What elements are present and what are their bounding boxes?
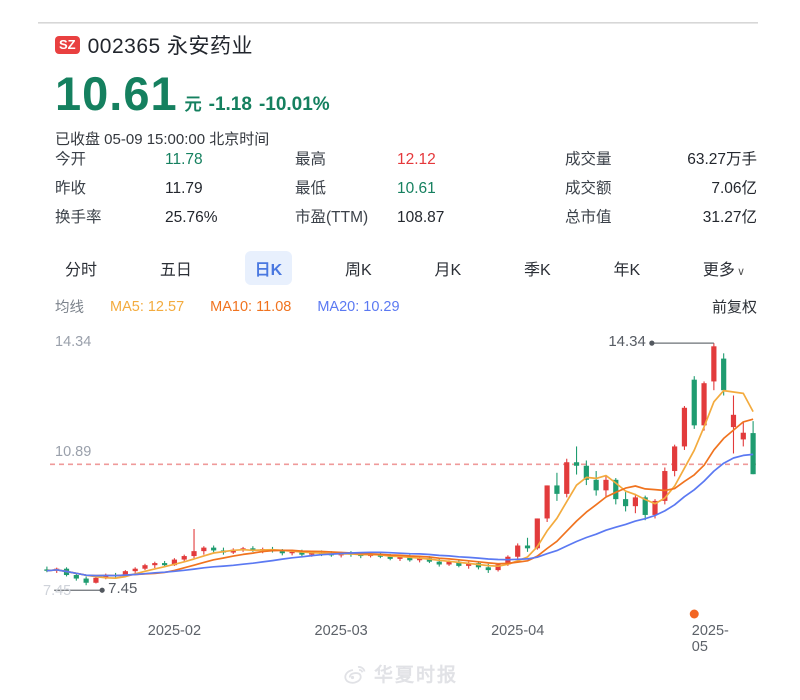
candlestick-chart[interactable]: 14.34 10.89 7.45 14.34 7.45 2025-02 2025-…: [42, 326, 758, 648]
stats-grid: 今开 11.78 昨收 11.79 换手率 25.76% 最高 12.12 最低…: [55, 150, 757, 228]
x-axis: 2025-022025-032025-042025-05: [42, 623, 758, 643]
stat-high: 最高 12.12: [295, 150, 565, 170]
stat-turnover-rate: 换手率 25.76%: [55, 208, 295, 228]
ma20-value: MA20: 10.29: [317, 299, 399, 315]
chevron-down-icon: ∨: [737, 266, 745, 278]
price-change-percent: -10.01%: [259, 94, 330, 116]
ma-line-ma5: [47, 391, 753, 578]
candle: [201, 546, 206, 554]
low-callout-dot: [100, 588, 105, 593]
candle: [741, 422, 746, 447]
candle: [672, 445, 677, 477]
candle: [152, 562, 157, 568]
candle: [564, 459, 569, 498]
candle: [142, 564, 147, 570]
stat-low: 最低 10.61: [295, 179, 565, 199]
x-tick-2025-04: 2025-04: [491, 623, 544, 639]
ma-title: 均线: [55, 296, 84, 317]
tab-minute[interactable]: 分时: [55, 251, 107, 285]
low-price-callout: 7.45: [108, 580, 137, 597]
stats-column-2: 最高 12.12 最低 10.61 市盈(TTM) 108.87: [295, 150, 565, 228]
adjust-mode-selector[interactable]: 前复权: [712, 296, 757, 317]
candle: [731, 395, 736, 453]
candle: [692, 376, 697, 429]
weibo-icon: [342, 661, 368, 687]
x-tick-2025-02: 2025-02: [148, 623, 201, 639]
period-tabs: 分时 五日 日K 周K 月K 季K 年K 更多∨: [55, 251, 755, 285]
kline-svg[interactable]: [42, 326, 758, 626]
candle: [603, 476, 608, 497]
event-marker-dot[interactable]: [690, 610, 699, 619]
candle: [574, 446, 579, 474]
market-status: 已收盘 05-09 15:00:00 北京时间: [55, 128, 760, 149]
candle: [623, 492, 628, 511]
stat-prev-close: 昨收 11.79: [55, 179, 295, 199]
watermark-text: 华夏时报: [374, 660, 458, 687]
currency-unit: 元: [185, 90, 202, 115]
stock-code-row: SZ 002365 永安药业: [55, 30, 760, 60]
price-row: 10.61 元 -1.18 -10.01%: [55, 66, 760, 121]
candle: [545, 485, 550, 522]
candle: [682, 406, 687, 450]
candle: [594, 471, 599, 496]
stat-volume: 成交量 63.27万手: [565, 150, 757, 170]
price-change: -1.18: [209, 94, 252, 116]
stat-pe-ttm: 市盈(TTM) 108.87: [295, 208, 565, 228]
candle: [515, 543, 520, 558]
tab-quarterly-k[interactable]: 季K: [514, 251, 561, 285]
stat-market-cap: 总市值 31.27亿: [565, 208, 757, 228]
x-tick-2025-03: 2025-03: [315, 623, 368, 639]
x-tick-2025-05: 2025-05: [692, 623, 736, 655]
tab-monthly-k[interactable]: 月K: [424, 251, 471, 285]
tab-daily-k[interactable]: 日K: [245, 251, 293, 285]
candle: [211, 546, 216, 553]
tab-weekly-k[interactable]: 周K: [335, 251, 382, 285]
candle: [525, 538, 530, 552]
y-axis-label-top: 14.34: [55, 334, 91, 350]
stock-code-name: 002365 永安药业: [88, 30, 253, 60]
candle: [191, 529, 196, 558]
y-axis-label-mid: 10.89: [55, 444, 91, 460]
ma5-value: MA5: 12.57: [110, 299, 184, 315]
candle: [133, 567, 138, 573]
ma10-value: MA10: 11.08: [210, 299, 291, 315]
stats-column-1: 今开 11.78 昨收 11.79 换手率 25.76%: [55, 150, 295, 228]
tab-yearly-k[interactable]: 年K: [603, 251, 650, 285]
candle: [750, 421, 755, 474]
candle: [633, 494, 638, 513]
header: SZ 002365 永安药业 10.61 元 -1.18 -10.01% 已收盘…: [55, 30, 760, 149]
stock-quote-page: SZ 002365 永安药业 10.61 元 -1.18 -10.01% 已收盘…: [0, 0, 800, 700]
divider: [38, 22, 758, 24]
tab-more[interactable]: 更多∨: [693, 251, 755, 285]
stats-column-3: 成交量 63.27万手 成交额 7.06亿 总市值 31.27亿: [565, 150, 757, 228]
ma-legend-bar: 均线 MA5: 12.57 MA10: 11.08 MA20: 10.29 前复…: [55, 296, 757, 317]
current-price: 10.61: [55, 66, 178, 121]
y-axis-label-bottom: 7.45: [43, 583, 71, 599]
candle: [721, 353, 726, 395]
tab-five-day[interactable]: 五日: [150, 251, 202, 285]
exchange-badge: SZ: [55, 36, 80, 54]
candle: [554, 473, 559, 501]
stat-amount: 成交额 7.06亿: [565, 179, 757, 199]
peak-callout-dot: [649, 341, 654, 346]
watermark: 华夏时报: [0, 660, 800, 687]
candle: [711, 343, 716, 390]
stat-open: 今开 11.78: [55, 150, 295, 170]
peak-price-callout: 14.34: [608, 333, 646, 350]
candle: [84, 576, 89, 585]
